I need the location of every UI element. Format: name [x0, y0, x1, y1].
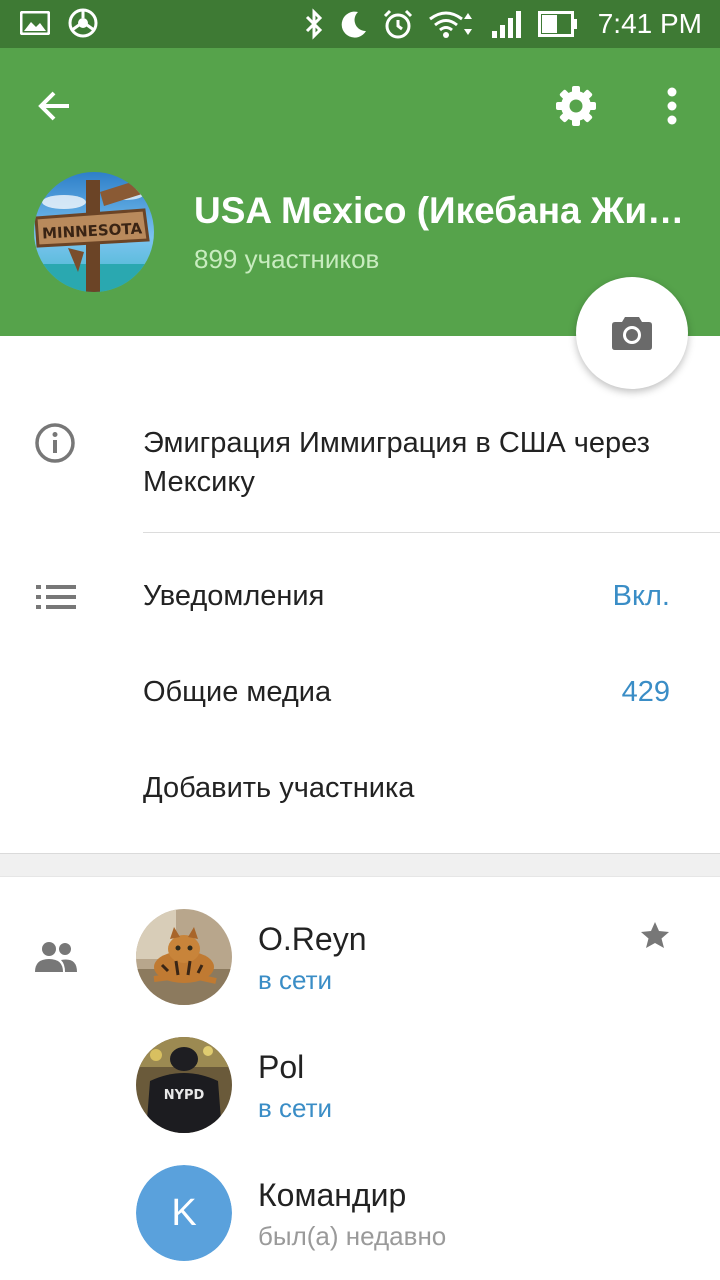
divider — [143, 532, 720, 533]
member-name: Командир — [258, 1177, 407, 1213]
notifications-label: Уведомления — [143, 580, 325, 612]
cat-photo-image — [136, 909, 232, 1005]
group-avatar[interactable]: MINNESOTA — [34, 172, 154, 292]
wifi-icon — [428, 9, 476, 39]
settings-button[interactable] — [548, 78, 604, 134]
member-row[interactable]: NYPD Pol в сети — [0, 1037, 720, 1157]
arrow-back-icon — [38, 91, 69, 121]
member-status: в сети — [258, 965, 333, 995]
letter-avatar: K — [136, 1165, 232, 1261]
member-name: Pol — [258, 1049, 305, 1085]
shared-media-row[interactable]: Общие медиа 429 — [0, 646, 720, 742]
notifications-row[interactable]: Уведомления Вкл. — [0, 550, 720, 646]
status-bar: 7:41 PM — [0, 0, 720, 48]
member-name: O.Reyn — [258, 921, 367, 957]
do-not-disturb-moon-icon — [338, 9, 368, 39]
info-icon — [34, 422, 76, 469]
notifications-value: Вкл. — [612, 580, 670, 612]
chrome-notification-icon — [68, 8, 98, 38]
member-avatar — [136, 909, 232, 1005]
group-title: USA Mexico (Икебана Жи… — [194, 190, 685, 231]
more-options-button[interactable] — [646, 78, 698, 134]
member-row[interactable]: K Командир был(а) недавно — [0, 1165, 720, 1280]
star-admin-icon — [640, 921, 670, 954]
status-time: 7:41 PM — [597, 8, 702, 39]
nypd-text: NYPD — [164, 1088, 205, 1103]
add-member-row[interactable]: Добавить участника — [0, 742, 720, 838]
set-photo-button[interactable] — [576, 277, 688, 389]
minnesota-sign-image: MINNESOTA — [34, 172, 154, 292]
gallery-notification-icon — [20, 11, 50, 35]
add-member-label: Добавить участника — [143, 772, 415, 804]
battery-icon — [537, 11, 578, 37]
bluetooth-icon — [304, 8, 324, 40]
group-description: Эмиграция Иммиграция в США через Мексику — [143, 427, 650, 498]
member-row[interactable]: O.Reyn в сети — [0, 909, 720, 1029]
camera-icon — [612, 317, 652, 350]
member-count: 899 участников — [194, 244, 380, 274]
gear-icon — [556, 86, 596, 126]
more-vertical-icon — [667, 87, 677, 125]
alarm-icon — [382, 8, 414, 40]
shared-media-count: 429 — [621, 676, 670, 708]
member-avatar: K — [136, 1165, 232, 1261]
nypd-photo-image: NYPD — [136, 1037, 232, 1133]
shared-media-label: Общие медиа — [143, 676, 332, 708]
section-divider — [0, 853, 720, 877]
list-icon — [36, 584, 76, 615]
back-button[interactable] — [26, 78, 82, 134]
member-avatar: NYPD — [136, 1037, 232, 1133]
signal-icon — [490, 9, 524, 39]
member-status: в сети — [258, 1093, 333, 1123]
member-status: был(а) недавно — [258, 1221, 447, 1251]
